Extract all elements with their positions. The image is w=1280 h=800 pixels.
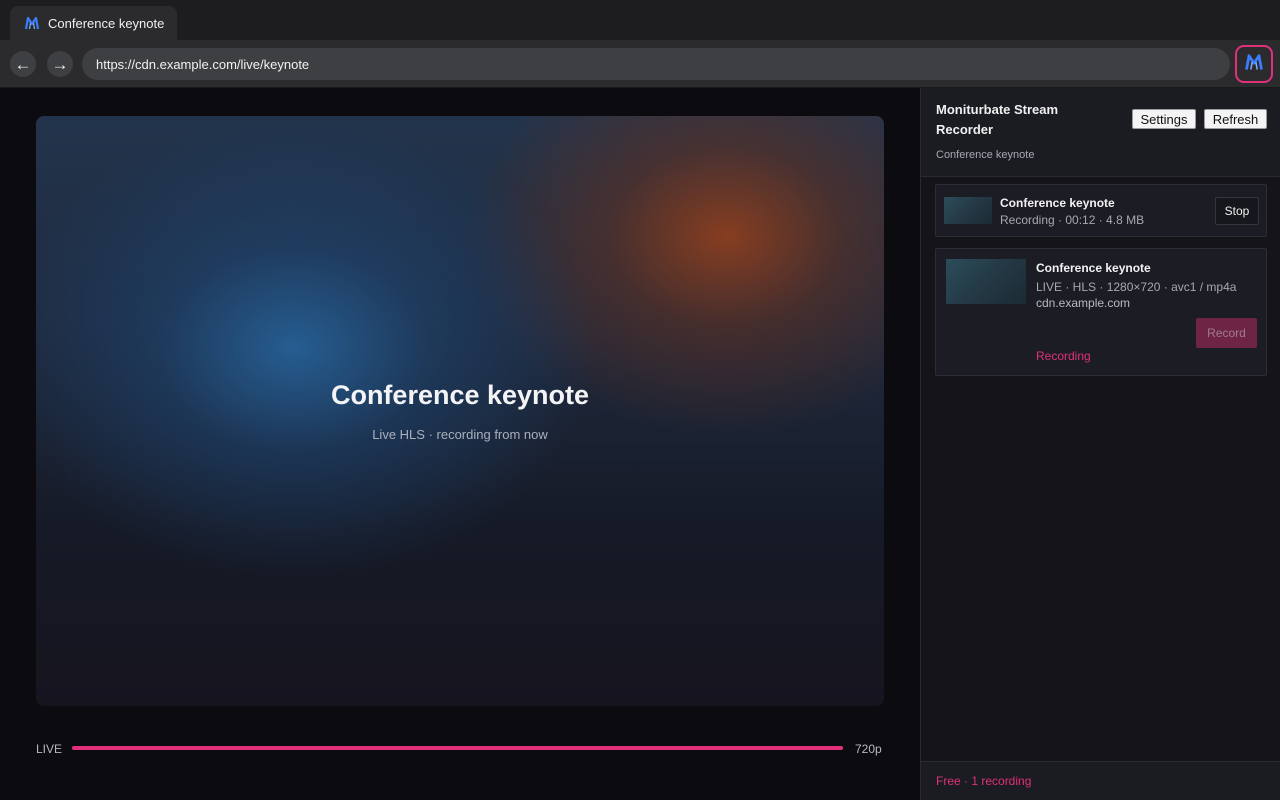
record-button[interactable]: Record bbox=[1196, 318, 1257, 348]
extension-panel: Moniturbate Stream Recorder Conference k… bbox=[920, 88, 1280, 800]
active-recording-card: Conference keynote Recording · 00:12 · 4… bbox=[935, 184, 1267, 237]
playback-progress-fill bbox=[72, 746, 843, 750]
monitorbate-logo-icon bbox=[24, 15, 40, 31]
tab-bar: Conference keynote bbox=[0, 0, 1280, 40]
recording-meta: Recording · 00:12 · 4.8 MB bbox=[1000, 213, 1145, 227]
video-player[interactable]: Conference keynote Live HLS · recording … bbox=[36, 116, 884, 706]
footer-status: Free · 1 recording bbox=[936, 774, 1032, 788]
stream-host: cdn.example.com bbox=[1036, 296, 1131, 310]
recording-thumbnail bbox=[944, 197, 992, 224]
stream-meta: LIVE · HLS · 1280×720 · avc1 / mp4a bbox=[1036, 280, 1237, 294]
settings-button[interactable]: Settings bbox=[1132, 109, 1196, 129]
tab-title: Conference keynote bbox=[48, 15, 165, 31]
panel-title: Moniturbate Stream Recorder bbox=[936, 102, 1059, 137]
video-subtitle: Live HLS · recording from now bbox=[372, 427, 548, 442]
address-bar[interactable]: https://cdn.example.com/live/keynote bbox=[82, 48, 1230, 80]
panel-subtitle: Conference keynote bbox=[936, 149, 1035, 161]
stream-thumbnail bbox=[946, 259, 1026, 304]
panel-header: Moniturbate Stream Recorder Conference k… bbox=[921, 88, 1280, 177]
stream-status: Recording bbox=[1036, 349, 1091, 363]
arrow-left-icon: ← bbox=[14, 54, 32, 74]
quality-label[interactable]: 720p bbox=[855, 742, 882, 756]
tab-conference-keynote[interactable]: Conference keynote bbox=[10, 6, 177, 40]
forward-button[interactable]: → bbox=[47, 51, 73, 77]
extension-button[interactable] bbox=[1235, 45, 1273, 83]
back-button[interactable]: ← bbox=[10, 51, 36, 77]
playback-progress-bar[interactable] bbox=[72, 746, 843, 750]
url-text: https://cdn.example.com/live/keynote bbox=[96, 56, 310, 72]
web-page: Conference keynote Live HLS · recording … bbox=[0, 88, 920, 800]
browser-toolbar: ← → https://cdn.example.com/live/keynote bbox=[0, 40, 1280, 88]
panel-footer: Free · 1 recording bbox=[921, 761, 1280, 800]
live-indicator: LIVE bbox=[36, 742, 63, 756]
video-title: Conference keynote bbox=[330, 380, 590, 410]
stream-card: Conference keynote LIVE · HLS · 1280×720… bbox=[935, 248, 1267, 376]
stop-button[interactable]: Stop bbox=[1215, 197, 1259, 225]
recording-title: Conference keynote bbox=[1000, 196, 1115, 210]
monitorbate-logo-icon bbox=[1244, 52, 1264, 77]
refresh-button[interactable]: Refresh bbox=[1204, 109, 1267, 129]
arrow-right-icon: → bbox=[51, 54, 69, 74]
stream-title: Conference keynote bbox=[1036, 261, 1151, 275]
